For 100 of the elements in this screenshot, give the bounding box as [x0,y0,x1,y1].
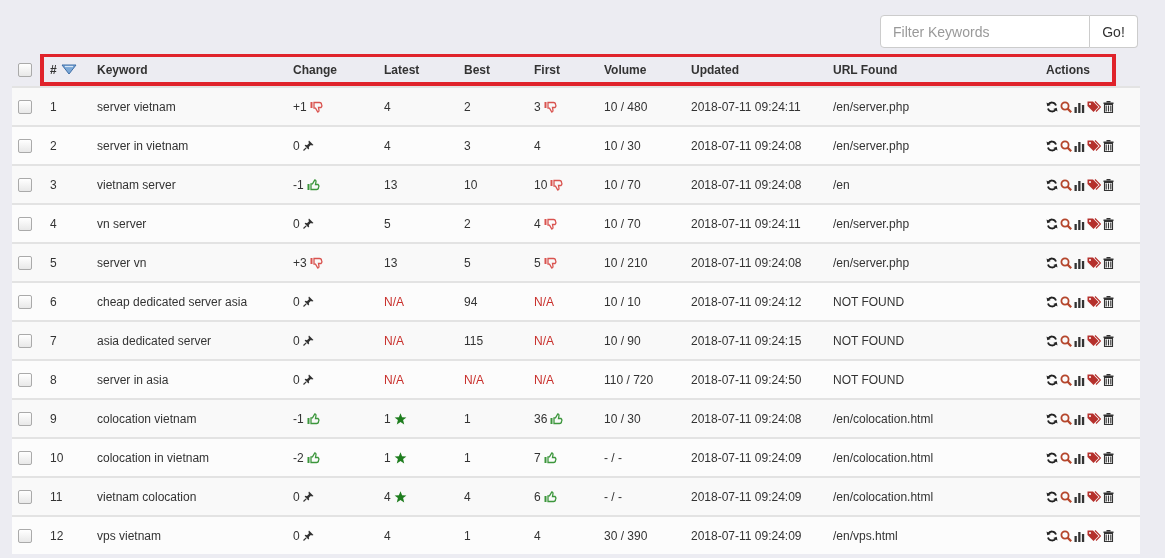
rank-value: N/A [384,372,404,387]
rank-value: 0 [293,333,300,348]
checkbox[interactable] [18,255,32,270]
date-text: 2018-07-11 09:24:09 [691,489,802,504]
column-header[interactable]: # [50,62,57,77]
tags-icon[interactable] [1087,529,1101,542]
bar-chart-icon[interactable] [1074,256,1085,269]
checkbox[interactable] [18,216,32,231]
search-icon[interactable] [1060,529,1072,542]
search-icon[interactable] [1060,334,1072,347]
tags-icon[interactable] [1087,256,1101,269]
column-header[interactable]: Best [464,62,490,77]
bar-chart-icon[interactable] [1074,178,1085,191]
column-header[interactable]: Keyword [97,62,148,77]
tags-icon[interactable] [1087,178,1101,191]
trash-icon[interactable] [1103,217,1114,230]
tags-icon[interactable] [1087,412,1101,425]
sort-arrow-icon[interactable] [60,64,77,75]
search-icon[interactable] [1060,217,1072,230]
bar-chart-icon[interactable] [1074,217,1085,230]
column-header[interactable]: Updated [691,62,739,77]
filter-field[interactable]: Filter Keywords [880,15,1090,48]
rank-value: 1 [464,411,471,426]
keyword-text: vietnam server [97,177,176,192]
trash-icon[interactable] [1103,334,1114,347]
bar-chart-icon[interactable] [1074,412,1085,425]
search-icon[interactable] [1060,373,1072,386]
tags-icon[interactable] [1087,451,1101,464]
rank-value: 1 [384,411,391,426]
row-number: 8 [50,372,57,387]
checkbox[interactable] [18,528,32,543]
trash-icon[interactable] [1103,178,1114,191]
checkbox[interactable] [18,99,32,114]
checkbox[interactable] [18,294,32,309]
checkbox[interactable] [18,333,32,348]
refresh-icon[interactable] [1046,100,1058,113]
tags-icon[interactable] [1087,334,1101,347]
trash-icon[interactable] [1103,451,1114,464]
search-icon[interactable] [1060,451,1072,464]
trash-icon[interactable] [1103,373,1114,386]
trash-icon[interactable] [1103,139,1114,152]
bar-chart-icon[interactable] [1074,490,1085,503]
go-button[interactable]: Go! [1090,15,1138,48]
checkbox[interactable] [18,489,32,504]
volume-text: 10 / 90 [604,333,641,348]
refresh-icon[interactable] [1046,529,1058,542]
trash-icon[interactable] [1103,490,1114,503]
refresh-icon[interactable] [1046,295,1058,308]
date-text: 2018-07-11 09:24:08 [691,177,802,192]
bar-chart-icon[interactable] [1074,295,1085,308]
bar-chart-icon[interactable] [1074,100,1085,113]
column-header[interactable]: Latest [384,62,420,77]
tags-icon[interactable] [1087,373,1101,386]
search-icon[interactable] [1060,178,1072,191]
refresh-icon[interactable] [1046,373,1058,386]
tags-icon[interactable] [1087,490,1101,503]
search-icon[interactable] [1060,490,1072,503]
trash-icon[interactable] [1103,100,1114,113]
search-icon[interactable] [1060,139,1072,152]
column-header[interactable]: Volume [604,62,647,77]
tags-icon[interactable] [1087,100,1101,113]
checkbox[interactable] [18,411,32,426]
refresh-icon[interactable] [1046,217,1058,230]
column-header[interactable]: Change [293,62,337,77]
column-header[interactable]: First [534,62,560,77]
search-icon[interactable] [1060,412,1072,425]
checkbox[interactable] [18,372,32,387]
refresh-icon[interactable] [1046,256,1058,269]
trash-icon[interactable] [1103,412,1114,425]
bar-chart-icon[interactable] [1074,529,1085,542]
column-header[interactable]: Actions [1046,62,1090,77]
tags-icon[interactable] [1087,295,1101,308]
search-icon[interactable] [1060,100,1072,113]
trash-icon[interactable] [1103,295,1114,308]
trash-icon[interactable] [1103,529,1114,542]
volume-text: 10 / 10 [604,294,641,309]
search-icon[interactable] [1060,295,1072,308]
refresh-icon[interactable] [1046,412,1058,425]
refresh-icon[interactable] [1046,451,1058,464]
refresh-icon[interactable] [1046,178,1058,191]
bar-chart-icon[interactable] [1074,139,1085,152]
trash-icon[interactable] [1103,256,1114,269]
pin-icon [302,491,314,502]
column-header[interactable]: URL Found [833,62,898,77]
bar-chart-icon[interactable] [1074,373,1085,386]
search-icon[interactable] [1060,256,1072,269]
tags-icon[interactable] [1087,217,1101,230]
checkbox[interactable] [18,138,32,153]
checkbox[interactable] [18,450,32,465]
refresh-icon[interactable] [1046,490,1058,503]
keyword-text: server in asia [97,372,169,387]
rank-value: +3 [293,255,307,270]
checkbox[interactable] [18,177,32,192]
bar-chart-icon[interactable] [1074,451,1085,464]
refresh-icon[interactable] [1046,139,1058,152]
checkbox[interactable] [18,63,32,77]
thumbs-down-icon [309,256,323,269]
tags-icon[interactable] [1087,139,1101,152]
bar-chart-icon[interactable] [1074,334,1085,347]
refresh-icon[interactable] [1046,334,1058,347]
